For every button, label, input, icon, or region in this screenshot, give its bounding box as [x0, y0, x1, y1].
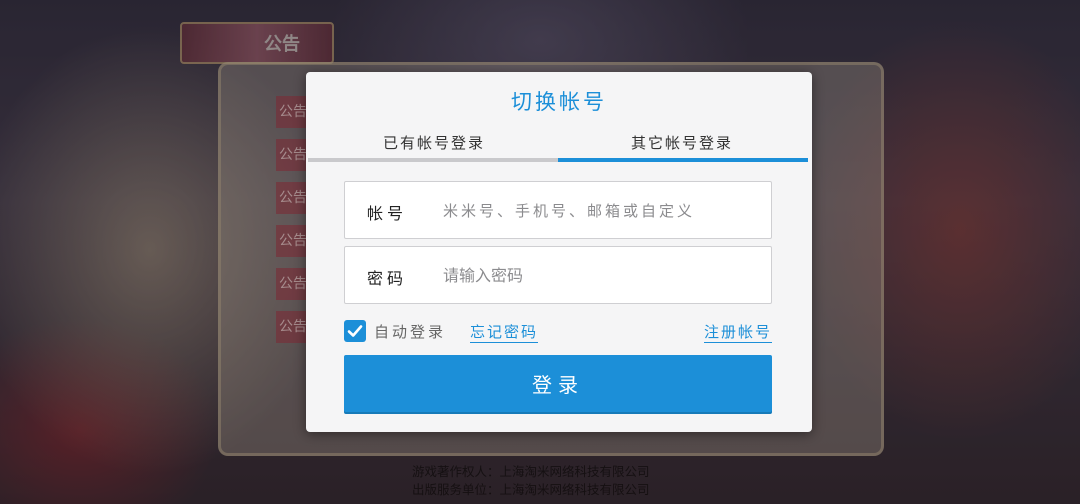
account-label: 帐号 [367, 204, 408, 223]
login-button[interactable]: 登录 [344, 355, 772, 412]
auto-login-label: 自动登录 [374, 323, 447, 341]
account-field: 帐号 [344, 181, 772, 239]
login-options-row: 自动登录 忘记密码 注册帐号 [344, 318, 772, 344]
tab-other-account[interactable]: 其它帐号登录 [558, 132, 806, 153]
password-field: 密码 [344, 246, 772, 304]
account-input[interactable] [443, 192, 753, 228]
switch-account-dialog: 切换帐号 已有帐号登录 其它帐号登录 帐号 密码 自动登录 忘记密码 注册帐号 … [306, 72, 812, 432]
tab-existing-account[interactable]: 已有帐号登录 [310, 132, 558, 153]
register-account-link[interactable]: 注册帐号 [703, 321, 772, 343]
dialog-title: 切换帐号 [511, 90, 607, 114]
forgot-password-link[interactable]: 忘记密码 [470, 321, 539, 343]
tab-indicator-active [558, 158, 808, 162]
checkmark-icon [347, 325, 363, 337]
auto-login-checkbox[interactable] [344, 320, 366, 342]
tab-indicator-inactive [308, 158, 558, 162]
password-label: 密码 [367, 269, 408, 288]
password-input[interactable] [443, 257, 753, 293]
